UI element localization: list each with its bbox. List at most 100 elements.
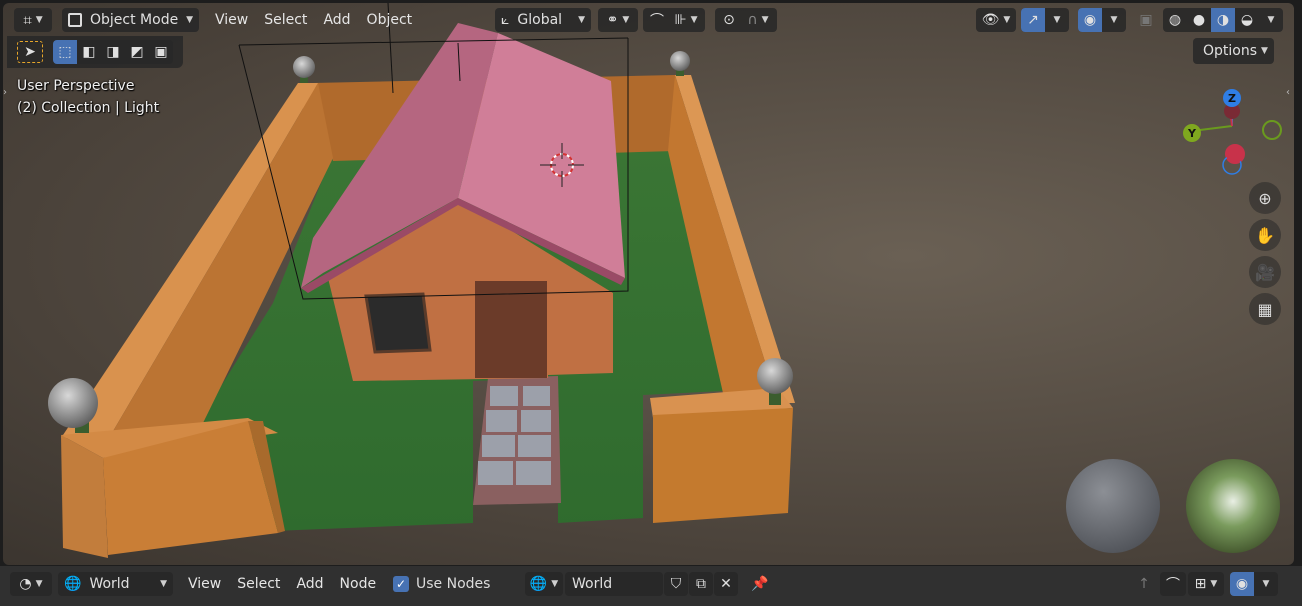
unlink-icon[interactable]: ✕ <box>714 572 738 596</box>
shading-dropdown[interactable]: ▼ <box>1259 8 1283 32</box>
gizmo-x-icon <box>1226 145 1244 163</box>
camera-icon: 🎥 <box>1255 262 1275 282</box>
gizmo-z-label: Z <box>1228 92 1236 105</box>
toolbar-toggle-icon[interactable]: › <box>3 87 11 103</box>
menu-select[interactable]: Select <box>256 8 315 32</box>
shader-type-dropdown[interactable]: 🌐 World ▼ <box>58 572 173 596</box>
editor-type-icon: ⌗ <box>23 11 32 29</box>
solid-shading-icon[interactable]: ● <box>1187 8 1211 32</box>
use-nodes-label: Use Nodes <box>416 576 491 592</box>
lamp-back-left <box>293 56 315 83</box>
wireframe-shading-icon[interactable]: ◍ <box>1163 8 1187 32</box>
chevron-down-icon: ▼ <box>1210 579 1218 589</box>
editor-type-button[interactable]: ◔ ▼ <box>10 572 52 596</box>
lamp-back-right <box>670 51 690 76</box>
snap-mode-dropdown[interactable]: ⊞ ▼ <box>1188 572 1224 596</box>
mode-dropdown[interactable]: Object Mode ▼ <box>62 8 199 32</box>
visibility-dropdown[interactable]: 👁 ▼ <box>976 8 1016 32</box>
orientation-icon: ⟀ <box>501 12 510 28</box>
select-extend-icon[interactable]: ◧ <box>77 40 101 64</box>
overlays-dropdown[interactable]: ▼ <box>1102 8 1126 32</box>
orientation-label: Global <box>517 12 563 28</box>
snap-icon[interactable]: ⌒ <box>645 8 669 32</box>
select-new-icon[interactable]: ⬚ <box>53 40 77 64</box>
door <box>475 281 547 378</box>
footer-menu-add[interactable]: Add <box>288 572 331 596</box>
gizmo-dropdown[interactable]: ▼ <box>1045 8 1069 32</box>
overlays-toggle-icon[interactable]: ◉ <box>1230 572 1254 596</box>
use-nodes-checkbox[interactable]: ✓ <box>393 576 409 592</box>
footer-menu-view[interactable]: View <box>180 572 229 596</box>
material-preview-shading-icon[interactable]: ◑ <box>1211 8 1235 32</box>
mode-label: Object Mode <box>90 12 179 28</box>
menu-add[interactable]: Add <box>315 8 358 32</box>
options-label: Options <box>1203 43 1258 59</box>
falloff-curve-icon: ∩ <box>747 12 758 28</box>
fake-user-icon[interactable]: ⛉ <box>664 572 688 596</box>
world-icon: 🌐 <box>529 576 548 592</box>
chevron-down-icon: ▼ <box>186 15 193 25</box>
snap-icon[interactable]: ⌒ <box>1160 572 1186 596</box>
chevron-down-icon: ▼ <box>1267 15 1275 25</box>
overlays-toggle-icon[interactable]: ◉ <box>1078 8 1102 32</box>
perspective-toggle-button[interactable]: ▦ <box>1249 293 1281 325</box>
menu-view[interactable]: View <box>207 8 256 32</box>
overlays-dropdown[interactable]: ▼ <box>1254 572 1278 596</box>
chevron-down-icon: ▼ <box>551 579 559 589</box>
front-right-wall <box>653 408 793 523</box>
zoom-icon: ⊕ <box>1258 188 1272 208</box>
grid-icon: ▦ <box>1257 299 1273 319</box>
falloff-dropdown[interactable]: ∩ ▼ <box>741 8 775 32</box>
chevron-down-icon: ▼ <box>622 15 630 25</box>
gizmo-toggle-icon[interactable]: ↗ <box>1021 8 1045 32</box>
gizmo-y-label: Y <box>1187 127 1197 140</box>
world-name-field[interactable]: World <box>565 572 663 596</box>
hdri-ball <box>1186 459 1280 553</box>
rendered-shading-icon[interactable]: ◒ <box>1235 8 1259 32</box>
chevron-down-icon: ▼ <box>1261 46 1268 56</box>
pan-button[interactable]: ✋ <box>1249 219 1281 251</box>
eye-icon: 👁 <box>981 12 1000 28</box>
snap-target-dropdown[interactable]: ⊪ ▼ <box>669 8 703 32</box>
parent-node-tree-icon[interactable]: ↑ <box>1132 572 1156 596</box>
chevron-down-icon: ▼ <box>160 579 167 589</box>
hand-icon: ✋ <box>1255 225 1275 245</box>
select-tool-icon[interactable]: ➤ <box>17 41 43 63</box>
snap-increment-icon: ⊪ <box>674 12 687 28</box>
window <box>364 292 432 354</box>
options-dropdown[interactable]: Options ▼ <box>1193 38 1274 64</box>
select-invert-icon[interactable]: ◩ <box>125 40 149 64</box>
chevron-down-icon: ▼ <box>1053 15 1061 25</box>
xray-toggle-icon[interactable]: ▣ <box>1134 8 1158 32</box>
pin-icon[interactable]: 📌 <box>748 572 772 596</box>
checkmark-icon: ✓ <box>395 577 407 591</box>
select-subtract-icon[interactable]: ◨ <box>101 40 125 64</box>
pivot-point-dropdown[interactable]: ⚭ ▼ <box>598 8 638 32</box>
shading-ball <box>1066 459 1160 553</box>
footer-menu-node[interactable]: Node <box>332 572 385 596</box>
transform-orientation-dropdown[interactable]: ⟀ Global ▼ <box>495 8 591 32</box>
zoom-button[interactable]: ⊕ <box>1249 182 1281 214</box>
proportional-editing-icon[interactable]: ⊙ <box>717 8 741 32</box>
editor-type-button[interactable]: ⌗ ▼ <box>14 8 52 32</box>
world-icon: 🌐 <box>64 576 82 592</box>
snap-grid-icon: ⊞ <box>1194 576 1207 592</box>
navigation-gizmo[interactable]: Z Y <box>1173 81 1293 181</box>
3d-viewport[interactable]: ⌗ ▼ Object Mode ▼ View Select Add Object … <box>3 3 1294 565</box>
chevron-down-icon: ▼ <box>1003 15 1011 25</box>
chevron-down-icon: ▼ <box>578 15 585 25</box>
object-mode-icon <box>68 13 82 27</box>
camera-view-button[interactable]: 🎥 <box>1249 256 1281 288</box>
duplicate-icon[interactable]: ⧉ <box>689 572 713 596</box>
footer-menu-select[interactable]: Select <box>229 572 288 596</box>
select-intersect-icon[interactable]: ▣ <box>149 40 173 64</box>
chevron-down-icon: ▼ <box>1262 579 1270 589</box>
viewport-header: ⌗ ▼ Object Mode ▼ View Select Add Object … <box>3 3 1294 39</box>
shader-editor-icon: ◔ <box>19 576 32 592</box>
menu-object[interactable]: Object <box>359 8 421 32</box>
chevron-down-icon: ▼ <box>35 15 43 25</box>
gizmo-neg-y-icon <box>1262 120 1282 140</box>
view-name: User Perspective <box>17 78 135 94</box>
collection-info: (2) Collection | Light <box>17 100 160 116</box>
world-browse-dropdown[interactable]: 🌐 ▼ <box>525 572 563 596</box>
